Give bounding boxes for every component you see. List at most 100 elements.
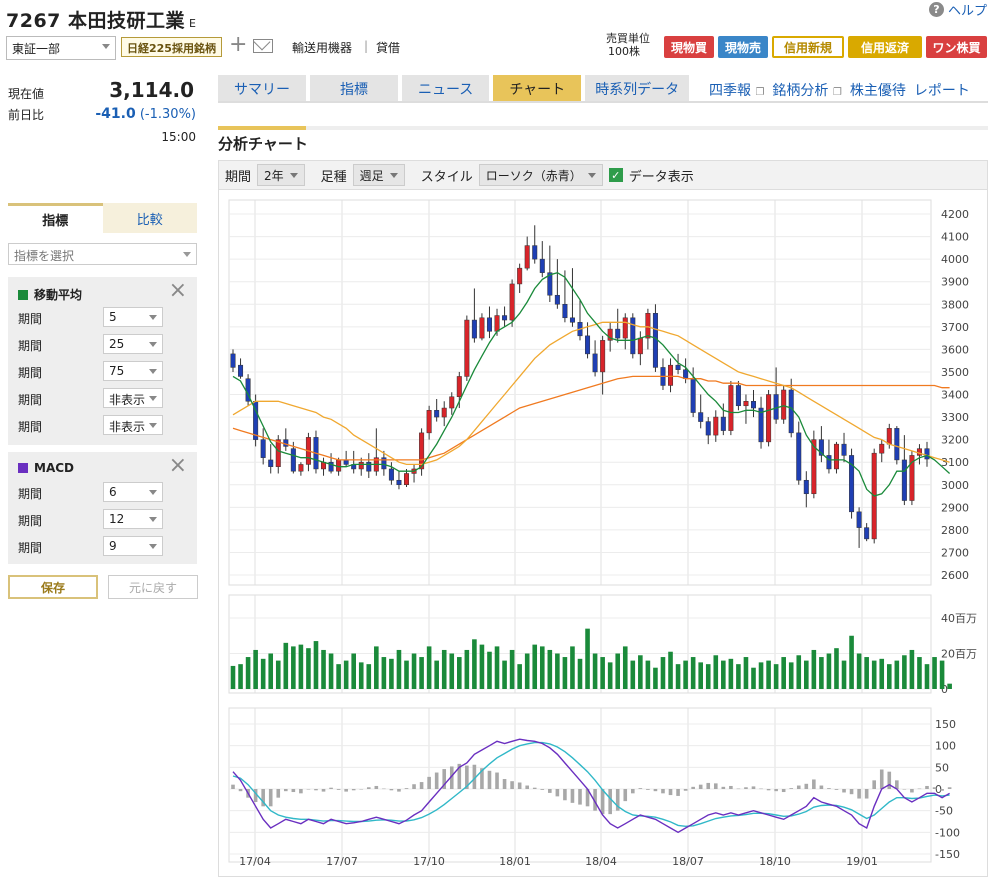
quote-time: 15:00 bbox=[161, 130, 196, 144]
macd-histogram-bar bbox=[525, 785, 529, 789]
add-watchlist-icon[interactable]: + bbox=[229, 34, 247, 56]
macd-histogram-bar bbox=[284, 789, 288, 792]
macd-histogram-bar bbox=[487, 770, 492, 789]
macd-histogram-bar bbox=[382, 788, 386, 790]
tab-summary[interactable]: サマリー bbox=[218, 75, 306, 102]
stock-title: 7267 本田技研工業 E bbox=[6, 6, 196, 33]
macd-histogram-bar bbox=[864, 789, 869, 799]
tab-timeseries[interactable]: 時系列データ bbox=[585, 75, 690, 102]
price-tick-label: 3200 bbox=[941, 434, 969, 447]
analysis-chart[interactable]: 17/04 17/07 17/10 18/01 18/04 18/07 18/10 19/01… bbox=[218, 190, 988, 877]
macd-histogram-bar bbox=[268, 789, 273, 807]
one-share-buy-button[interactable]: ワン株買 bbox=[926, 36, 987, 58]
header-separator: | bbox=[364, 39, 369, 53]
top-links: 四季報 ❐ 銘柄分析 ❐ 株主優待 レポート bbox=[709, 80, 970, 100]
volume-bar bbox=[389, 658, 394, 689]
candle-body bbox=[275, 439, 281, 467]
data-display-checkbox[interactable]: ✓ bbox=[608, 168, 623, 182]
tab-indicators[interactable]: 指標 bbox=[310, 75, 398, 102]
tab-chart[interactable]: チャート bbox=[493, 75, 582, 102]
moving-average-panel: 移動平均 × 期間 5 期間 25 期間 75 期間 非表示 期間 非表示 bbox=[8, 277, 197, 445]
candle-body bbox=[856, 511, 862, 528]
volume-bar bbox=[902, 655, 907, 689]
tab-news[interactable]: ニュース bbox=[402, 75, 490, 102]
candle-body bbox=[698, 412, 704, 422]
macd-histogram-bar bbox=[759, 788, 763, 790]
macd-histogram-bar bbox=[661, 789, 665, 794]
save-button[interactable]: 保存 bbox=[8, 575, 98, 599]
close-icon[interactable]: × bbox=[169, 454, 187, 478]
candle-body bbox=[562, 304, 568, 319]
indicator-select-placeholder: 指標を選択 bbox=[14, 249, 75, 263]
style-select[interactable]: ローソク（赤青） bbox=[478, 164, 603, 186]
volume-bar bbox=[819, 657, 824, 689]
ma-period-select-5[interactable]: 非表示 bbox=[103, 415, 163, 435]
period-select[interactable]: 2年 bbox=[257, 164, 305, 186]
volume-bar bbox=[524, 653, 530, 689]
margin-close-button[interactable]: 信用返済 bbox=[848, 36, 922, 58]
macd-period-label: 期間 bbox=[18, 541, 43, 555]
sector-label[interactable]: 輸送用機器 bbox=[292, 39, 352, 56]
data-display-label: データ表示 bbox=[628, 169, 694, 185]
market-select[interactable]: 東証一部 bbox=[6, 36, 116, 60]
tab-indicator[interactable]: 指標 bbox=[8, 203, 103, 233]
bar-type-select[interactable]: 週足 bbox=[352, 164, 405, 186]
macd-histogram-bar bbox=[359, 789, 364, 790]
cash-sell-button[interactable]: 現物売 bbox=[718, 36, 768, 58]
chevron-down-icon bbox=[149, 342, 157, 347]
volume-bar bbox=[562, 657, 568, 689]
margin-new-button[interactable]: 信用新規 bbox=[772, 36, 844, 58]
macd-period-select-1[interactable]: 6 bbox=[103, 482, 163, 502]
candle-body bbox=[675, 364, 681, 370]
link-benefits[interactable]: 株主優待 bbox=[850, 80, 906, 100]
volume-bar bbox=[804, 660, 809, 689]
volume-bar bbox=[547, 649, 553, 689]
price-tick-label: 3100 bbox=[941, 456, 969, 469]
volume-bar bbox=[517, 664, 522, 689]
ma-period-select-1[interactable]: 5 bbox=[103, 307, 163, 327]
macd-tick-label: 100 bbox=[935, 740, 956, 753]
volume-bar bbox=[313, 641, 319, 689]
help-link[interactable]: ? ヘルプ bbox=[928, 0, 987, 19]
volume-bar bbox=[932, 657, 937, 689]
macd-histogram-bar bbox=[766, 789, 771, 791]
reset-button[interactable]: 元に戻す bbox=[108, 575, 198, 599]
x-tick-label: 17/04 bbox=[239, 855, 271, 868]
indicator-select[interactable]: 指標を選択 bbox=[8, 243, 197, 265]
x-tick-label: 19/01 bbox=[846, 855, 878, 868]
macd-histogram-bar bbox=[691, 786, 695, 789]
close-icon[interactable]: × bbox=[169, 279, 187, 303]
style-label: スタイル bbox=[420, 169, 473, 185]
volume-bar bbox=[441, 649, 447, 689]
left-tabs: 指標 比較 bbox=[8, 203, 197, 233]
macd-histogram-bar bbox=[555, 789, 560, 797]
macd-period-select-3[interactable]: 9 bbox=[103, 536, 163, 556]
ma-period-select-3[interactable]: 75 bbox=[103, 361, 163, 381]
link-report[interactable]: レポート bbox=[914, 80, 970, 100]
link-analysis[interactable]: 銘柄分析 ❐ bbox=[772, 80, 841, 100]
macd-period-select-2[interactable]: 12 bbox=[103, 509, 163, 529]
candle-body bbox=[517, 267, 523, 285]
macd-histogram-bar bbox=[683, 789, 688, 791]
ma-period-select-4[interactable]: 非表示 bbox=[103, 388, 163, 408]
tab-compare[interactable]: 比較 bbox=[102, 203, 197, 233]
chevron-down-icon bbox=[149, 369, 157, 374]
macd-histogram-bar bbox=[676, 789, 680, 796]
volume-bar bbox=[728, 658, 734, 689]
candle-body bbox=[713, 416, 719, 436]
mail-icon[interactable] bbox=[253, 39, 273, 53]
ma-period-select-2[interactable]: 25 bbox=[103, 334, 163, 354]
macd-histogram-bar bbox=[502, 779, 507, 789]
candle-body bbox=[230, 353, 236, 368]
cash-buy-button[interactable]: 現物買 bbox=[664, 36, 714, 58]
macd-histogram-bar bbox=[238, 789, 243, 792]
link-shikiho-label: 四季報 bbox=[709, 83, 751, 99]
macd-histogram-bar bbox=[600, 789, 605, 815]
candle-body bbox=[645, 313, 651, 339]
candle-body bbox=[434, 410, 440, 418]
ma-period-value: 非表示 bbox=[109, 393, 146, 407]
link-shikiho[interactable]: 四季報 ❐ bbox=[709, 80, 764, 100]
candle-body bbox=[630, 317, 636, 355]
price-change: -41.0 (-1.30%) bbox=[60, 106, 196, 122]
volume-bar bbox=[577, 658, 583, 689]
